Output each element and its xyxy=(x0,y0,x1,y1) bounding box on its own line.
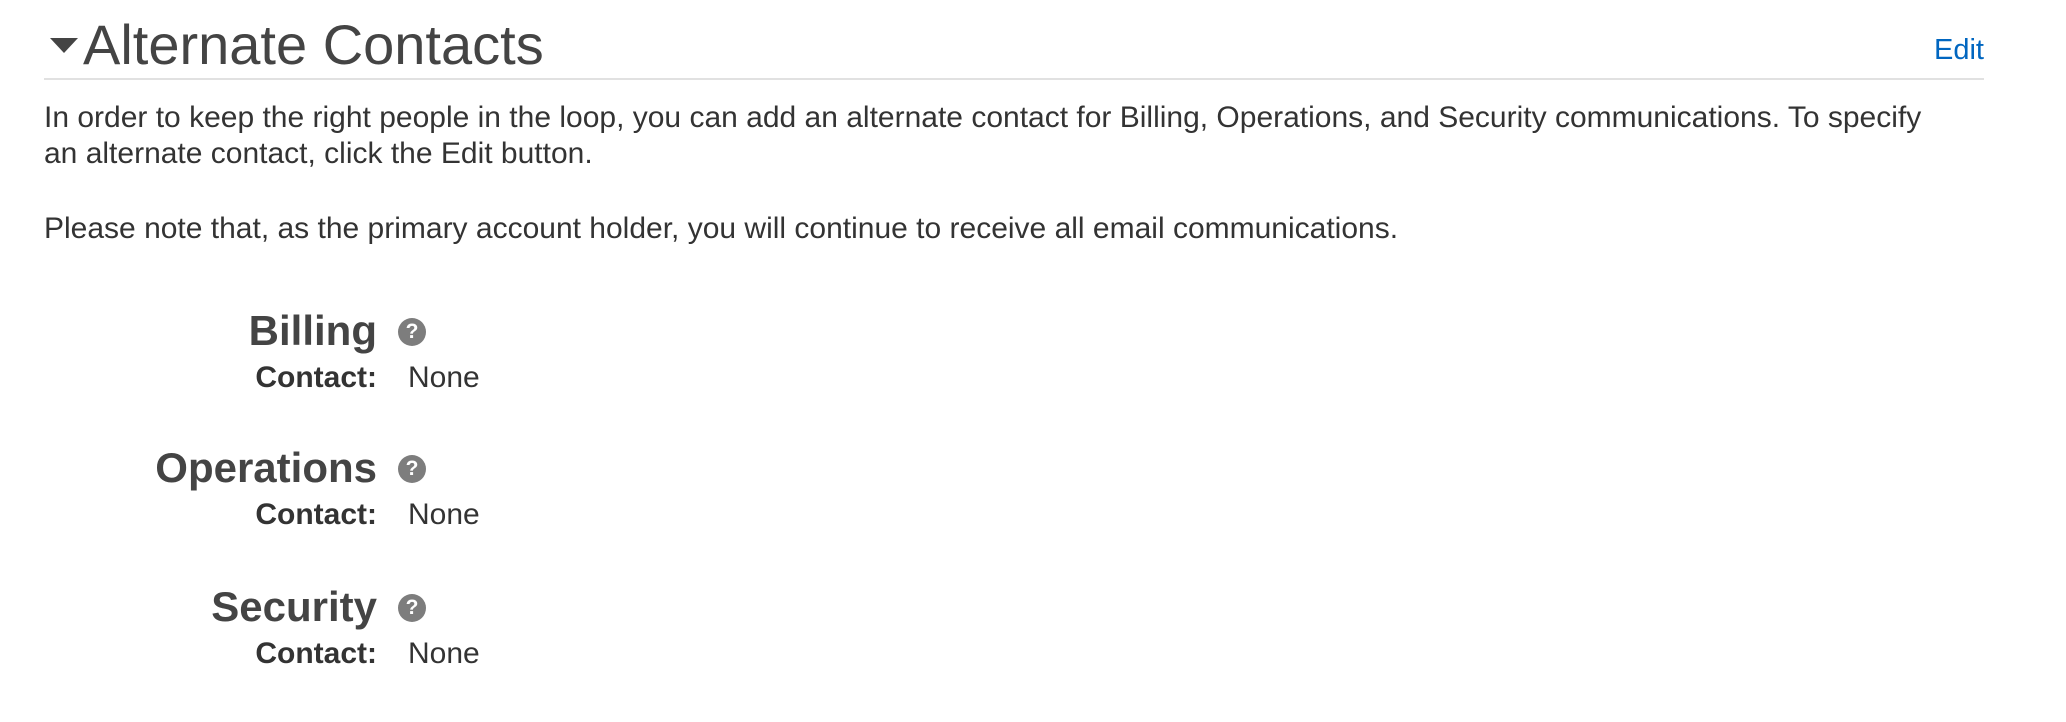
billing-contact-value: None xyxy=(408,361,480,394)
section-description: In order to keep the right people in the… xyxy=(44,101,1922,170)
edit-link[interactable]: Edit xyxy=(1934,30,1984,70)
operations-contact-label: Contact: xyxy=(255,498,377,531)
security-contact-label: Contact: xyxy=(255,637,377,670)
billing-title: Billing xyxy=(248,307,377,354)
security-contact-group: Security ? Contact: None xyxy=(0,582,900,682)
billing-contact-label: Contact: xyxy=(255,361,377,394)
operations-title: Operations xyxy=(155,444,377,491)
section-header: Alternate Contacts Edit xyxy=(44,8,1984,80)
operations-contact-group: Operations ? Contact: None xyxy=(0,443,900,543)
question-circle-icon[interactable]: ? xyxy=(398,318,426,346)
operations-contact-value: None xyxy=(408,498,480,531)
question-circle-icon[interactable]: ? xyxy=(398,594,426,622)
question-circle-icon[interactable]: ? xyxy=(398,455,426,483)
security-title: Security xyxy=(211,583,377,630)
billing-contact-group: Billing ? Contact: None xyxy=(0,306,900,406)
caret-down-icon[interactable] xyxy=(50,38,78,53)
security-contact-value: None xyxy=(408,637,480,670)
primary-holder-note: Please note that, as the primary account… xyxy=(44,212,1399,245)
section-title: Alternate Contacts xyxy=(83,13,544,76)
